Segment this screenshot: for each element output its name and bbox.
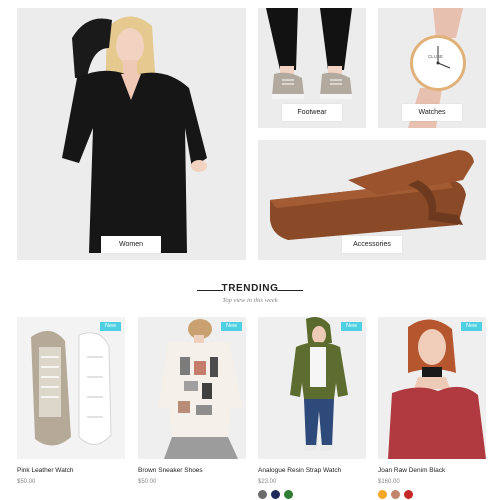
new-badge: New xyxy=(340,322,362,331)
women-sweater-image xyxy=(17,8,246,260)
color-swatch-navy[interactable] xyxy=(271,490,280,499)
product-image[interactable]: New xyxy=(378,317,486,459)
category-tile-women[interactable]: Women xyxy=(17,8,246,260)
product-card[interactable]: New Pink Leather Watch $50.00 xyxy=(17,317,125,500)
product-name[interactable]: Joan Raw Denim Black xyxy=(378,467,445,474)
product-price: $50.00 xyxy=(17,479,36,485)
category-label-women[interactable]: Women xyxy=(101,236,161,253)
product-card[interactable]: New Analogue Resin Strap Watch $23.00 xyxy=(258,317,366,500)
trending-section-header: TRENDING Top view in this week xyxy=(0,283,500,307)
product-price: $50.00 xyxy=(138,479,157,485)
product-name[interactable]: Analogue Resin Strap Watch xyxy=(258,467,341,474)
new-badge: New xyxy=(460,322,482,331)
trending-divider-right xyxy=(277,290,303,291)
patterned-top-image xyxy=(138,317,246,459)
new-badge: New xyxy=(99,322,121,331)
product-image[interactable]: New xyxy=(258,317,366,459)
red-sweater-image xyxy=(378,317,486,459)
product-card[interactable]: New Joan Raw Denim Black $160.00 xyxy=(378,317,486,500)
color-swatch-green[interactable] xyxy=(284,490,293,499)
product-image[interactable]: New xyxy=(17,317,125,459)
category-tile-footwear[interactable]: Footwear xyxy=(258,8,366,128)
product-price: $23.00 xyxy=(258,479,277,485)
new-badge: New xyxy=(220,322,242,331)
category-tile-accessories[interactable]: Accessories xyxy=(258,140,486,260)
category-tile-watches[interactable]: CLUSE Watches xyxy=(378,8,486,128)
category-label-accessories[interactable]: Accessories xyxy=(342,236,402,253)
watch-brand-text: CLUSE xyxy=(428,54,444,59)
category-label-watches[interactable]: Watches xyxy=(402,104,462,121)
product-price: $160.00 xyxy=(378,479,400,485)
product-image[interactable]: New xyxy=(138,317,246,459)
category-label-footwear[interactable]: Footwear xyxy=(282,104,342,121)
product-card[interactable]: New Brown Sneaker Shoes $50.00 xyxy=(138,317,246,500)
color-swatch-orange[interactable] xyxy=(378,490,387,499)
trending-subtitle: Top view in this week xyxy=(222,297,278,304)
green-jacket-image xyxy=(258,317,366,459)
color-swatch-red[interactable] xyxy=(404,490,413,499)
color-swatch-gray[interactable] xyxy=(258,490,267,499)
trending-title: TRENDING xyxy=(221,283,279,294)
color-swatch-tan[interactable] xyxy=(391,490,400,499)
product-name[interactable]: Pink Leather Watch xyxy=(17,467,73,474)
product-name[interactable]: Brown Sneaker Shoes xyxy=(138,467,203,474)
sneakers-image xyxy=(17,317,125,459)
